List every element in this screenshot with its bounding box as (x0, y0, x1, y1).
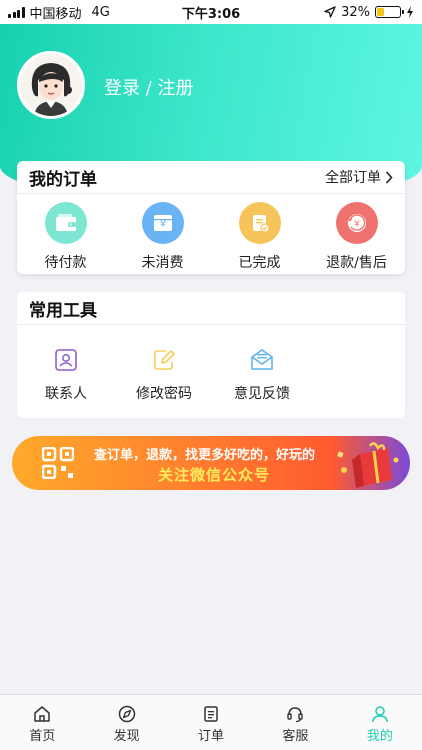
tab-home[interactable]: 首页 (0, 695, 84, 750)
wallet-icon (44, 202, 87, 244)
battery-percent: 32% (341, 4, 370, 20)
orders-title: 我的订单 (29, 169, 97, 190)
orders-card: 我的订单 全部订单 待付款 ¥ 未消费 已完成 ¥ 退款/售后 (17, 161, 405, 274)
order-refund-aftersales[interactable]: ¥ 退款/售后 (312, 202, 402, 272)
tools-title: 常用工具 (29, 300, 97, 321)
refund-icon: ¥ (335, 202, 378, 244)
charging-bolt-icon (407, 6, 413, 18)
banner-text-line2: 关注微信公众号 (158, 466, 271, 484)
tool-feedback[interactable]: 意见反馈 (213, 347, 311, 403)
headset-icon (287, 707, 304, 723)
signal-icon (8, 6, 25, 18)
tab-label: 发现 (113, 729, 140, 744)
edit-icon (154, 350, 175, 370)
tab-orders[interactable]: 订单 (169, 695, 253, 750)
tool-contacts[interactable]: 联系人 (17, 347, 115, 403)
home-icon (34, 706, 50, 722)
qr-code-icon (42, 447, 74, 479)
banner-text-line1: 查订单，退款，找更多好吃的，好玩的 (94, 448, 316, 463)
carrier-name: 中国移动 (29, 6, 82, 22)
order-list-icon (204, 706, 218, 722)
coupon-icon: ¥ (141, 202, 184, 244)
tab-label: 我的 (366, 729, 393, 744)
tab-customer-service[interactable]: 客服 (253, 695, 337, 750)
svg-text:¥: ¥ (354, 220, 360, 230)
status-bar: 中国移动 4G 下午3:06 32% (0, 0, 422, 24)
tool-item-label: 联系人 (45, 386, 87, 402)
order-unused[interactable]: ¥ 未消费 (118, 202, 208, 272)
tab-discover[interactable]: 发现 (84, 695, 168, 750)
tab-mine[interactable]: 我的 (338, 695, 422, 750)
order-pending-payment[interactable]: 待付款 (21, 202, 111, 272)
wechat-follow-banner[interactable]: 查订单，退款，找更多好吃的，好玩的 关注微信公众号 (12, 436, 410, 490)
contact-icon (55, 349, 77, 371)
all-orders-link[interactable]: 全部订单 (325, 167, 393, 187)
clock: 下午3:06 (181, 6, 241, 22)
tools-card: 常用工具 联系人 修改密码 意见反馈 (17, 292, 405, 418)
feedback-icon (251, 349, 273, 370)
order-item-label: 退款/售后 (326, 255, 387, 271)
tab-label: 订单 (198, 729, 225, 744)
gift-box-icon (337, 442, 399, 488)
user-icon (372, 706, 388, 723)
order-item-label: 待付款 (44, 255, 87, 271)
location-arrow-icon (324, 6, 336, 18)
order-completed[interactable]: 已完成 (215, 202, 305, 272)
order-item-label: 未消费 (141, 255, 184, 271)
chevron-right-icon (385, 170, 393, 184)
tool-change-password[interactable]: 修改密码 (115, 347, 213, 403)
tab-label: 客服 (282, 729, 309, 744)
svg-text:¥: ¥ (159, 219, 165, 230)
tool-item-label: 修改密码 (136, 386, 192, 402)
all-orders-label: 全部订单 (325, 170, 381, 186)
bottom-tab-bar: 首页 发现 订单 客服 我的 (0, 694, 422, 750)
network-type: 4G (91, 4, 110, 20)
tool-item-label: 意见反馈 (234, 386, 290, 402)
avatar-portrait-icon (20, 54, 82, 116)
order-item-label: 已完成 (238, 255, 281, 271)
avatar[interactable] (17, 51, 85, 119)
tab-label: 首页 (29, 729, 56, 744)
battery-icon (375, 6, 404, 18)
checklist-icon (238, 202, 281, 244)
login-register-link[interactable]: 登录 / 注册 (104, 74, 194, 100)
compass-icon (118, 705, 135, 723)
